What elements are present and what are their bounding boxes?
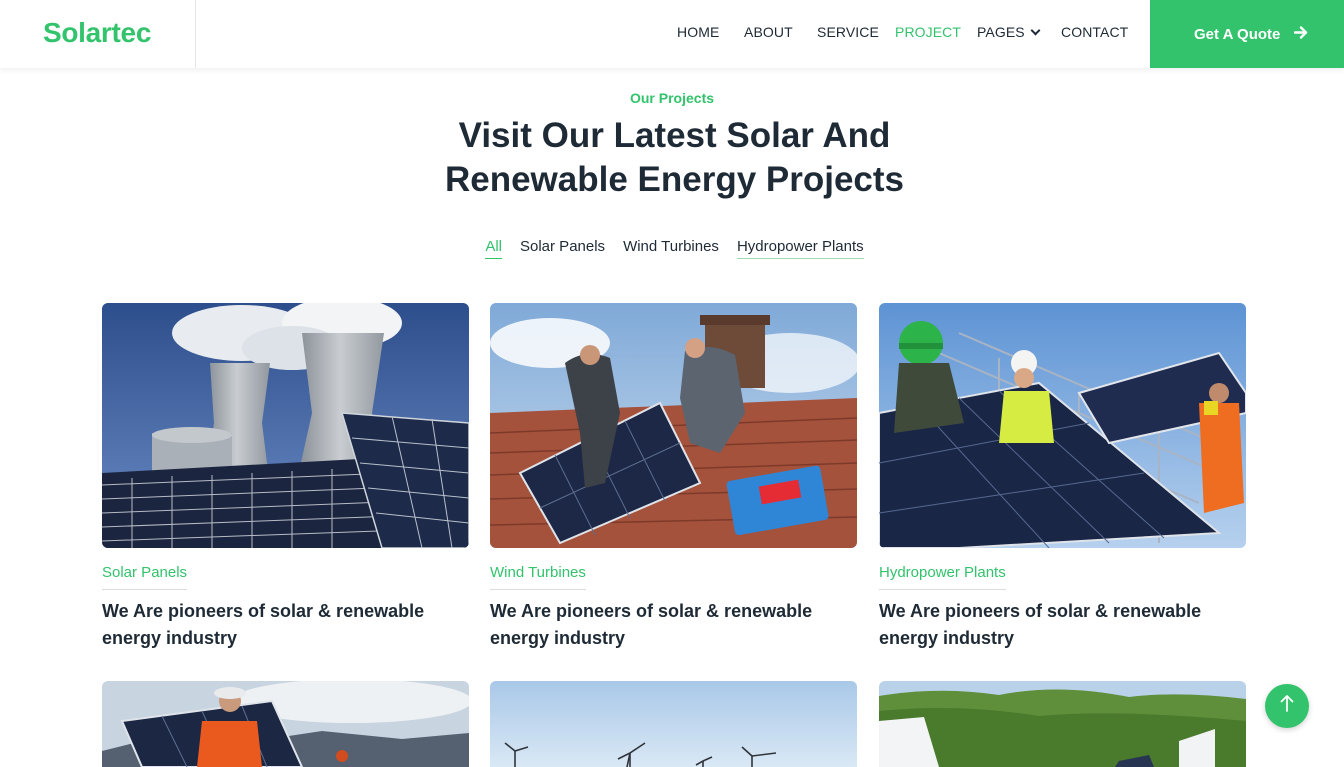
arrow-right-icon	[1294, 24, 1308, 44]
arrow-up-icon	[1280, 694, 1294, 718]
get-quote-label: Get A Quote	[1194, 25, 1281, 43]
project-title-3[interactable]: We Are pioneers of solar & renewable ene…	[879, 598, 1249, 652]
section-title-line1: Visit Our Latest Solar And	[458, 116, 891, 155]
project-image-2[interactable]	[490, 303, 857, 548]
nav-pages-label: PAGES	[977, 24, 1025, 40]
project-image-6[interactable]	[879, 681, 1246, 767]
logo-container: Solartec	[0, 0, 196, 68]
project-title-2[interactable]: We Are pioneers of solar & renewable ene…	[490, 598, 860, 652]
nav-pages[interactable]: PAGES	[977, 24, 1041, 40]
get-quote-button[interactable]: Get A Quote	[1150, 0, 1344, 68]
project-category-3[interactable]: Hydropower Plants	[879, 564, 1006, 590]
back-to-top-button[interactable]	[1265, 684, 1309, 728]
site-header: Solartec HOME ABOUT SERVICE PROJECT PAGE…	[0, 0, 1344, 68]
filter-solar-panels[interactable]: Solar Panels	[520, 238, 605, 259]
filter-all[interactable]: All	[485, 238, 502, 259]
nav-about[interactable]: ABOUT	[744, 24, 793, 40]
nav-contact[interactable]: CONTACT	[1061, 24, 1128, 40]
site-logo[interactable]: Solartec	[43, 17, 151, 49]
project-title-1[interactable]: We Are pioneers of solar & renewable ene…	[102, 598, 472, 652]
filter-wind-turbines[interactable]: Wind Turbines	[623, 238, 719, 259]
project-image-5[interactable]	[490, 681, 857, 767]
nav-home[interactable]: HOME	[677, 24, 719, 40]
section-title: Visit Our Latest Solar And Renewable Ene…	[0, 114, 1344, 202]
filter-hydropower-plants[interactable]: Hydropower Plants	[736, 238, 864, 259]
section-title-line2: Renewable Energy Projects	[444, 160, 905, 199]
project-image-3[interactable]	[879, 303, 1246, 548]
chevron-down-icon	[1030, 25, 1041, 36]
project-filters: All Solar Panels Wind Turbines Hydropowe…	[0, 238, 1344, 259]
project-image-4[interactable]	[102, 681, 469, 767]
project-category-1[interactable]: Solar Panels	[102, 564, 188, 590]
project-category-2[interactable]: Wind Turbines	[490, 564, 586, 590]
section-subtitle: Our Projects	[629, 90, 715, 106]
project-image-1[interactable]	[102, 303, 469, 548]
nav-service[interactable]: SERVICE	[817, 24, 879, 40]
nav-project[interactable]: PROJECT	[895, 24, 961, 40]
